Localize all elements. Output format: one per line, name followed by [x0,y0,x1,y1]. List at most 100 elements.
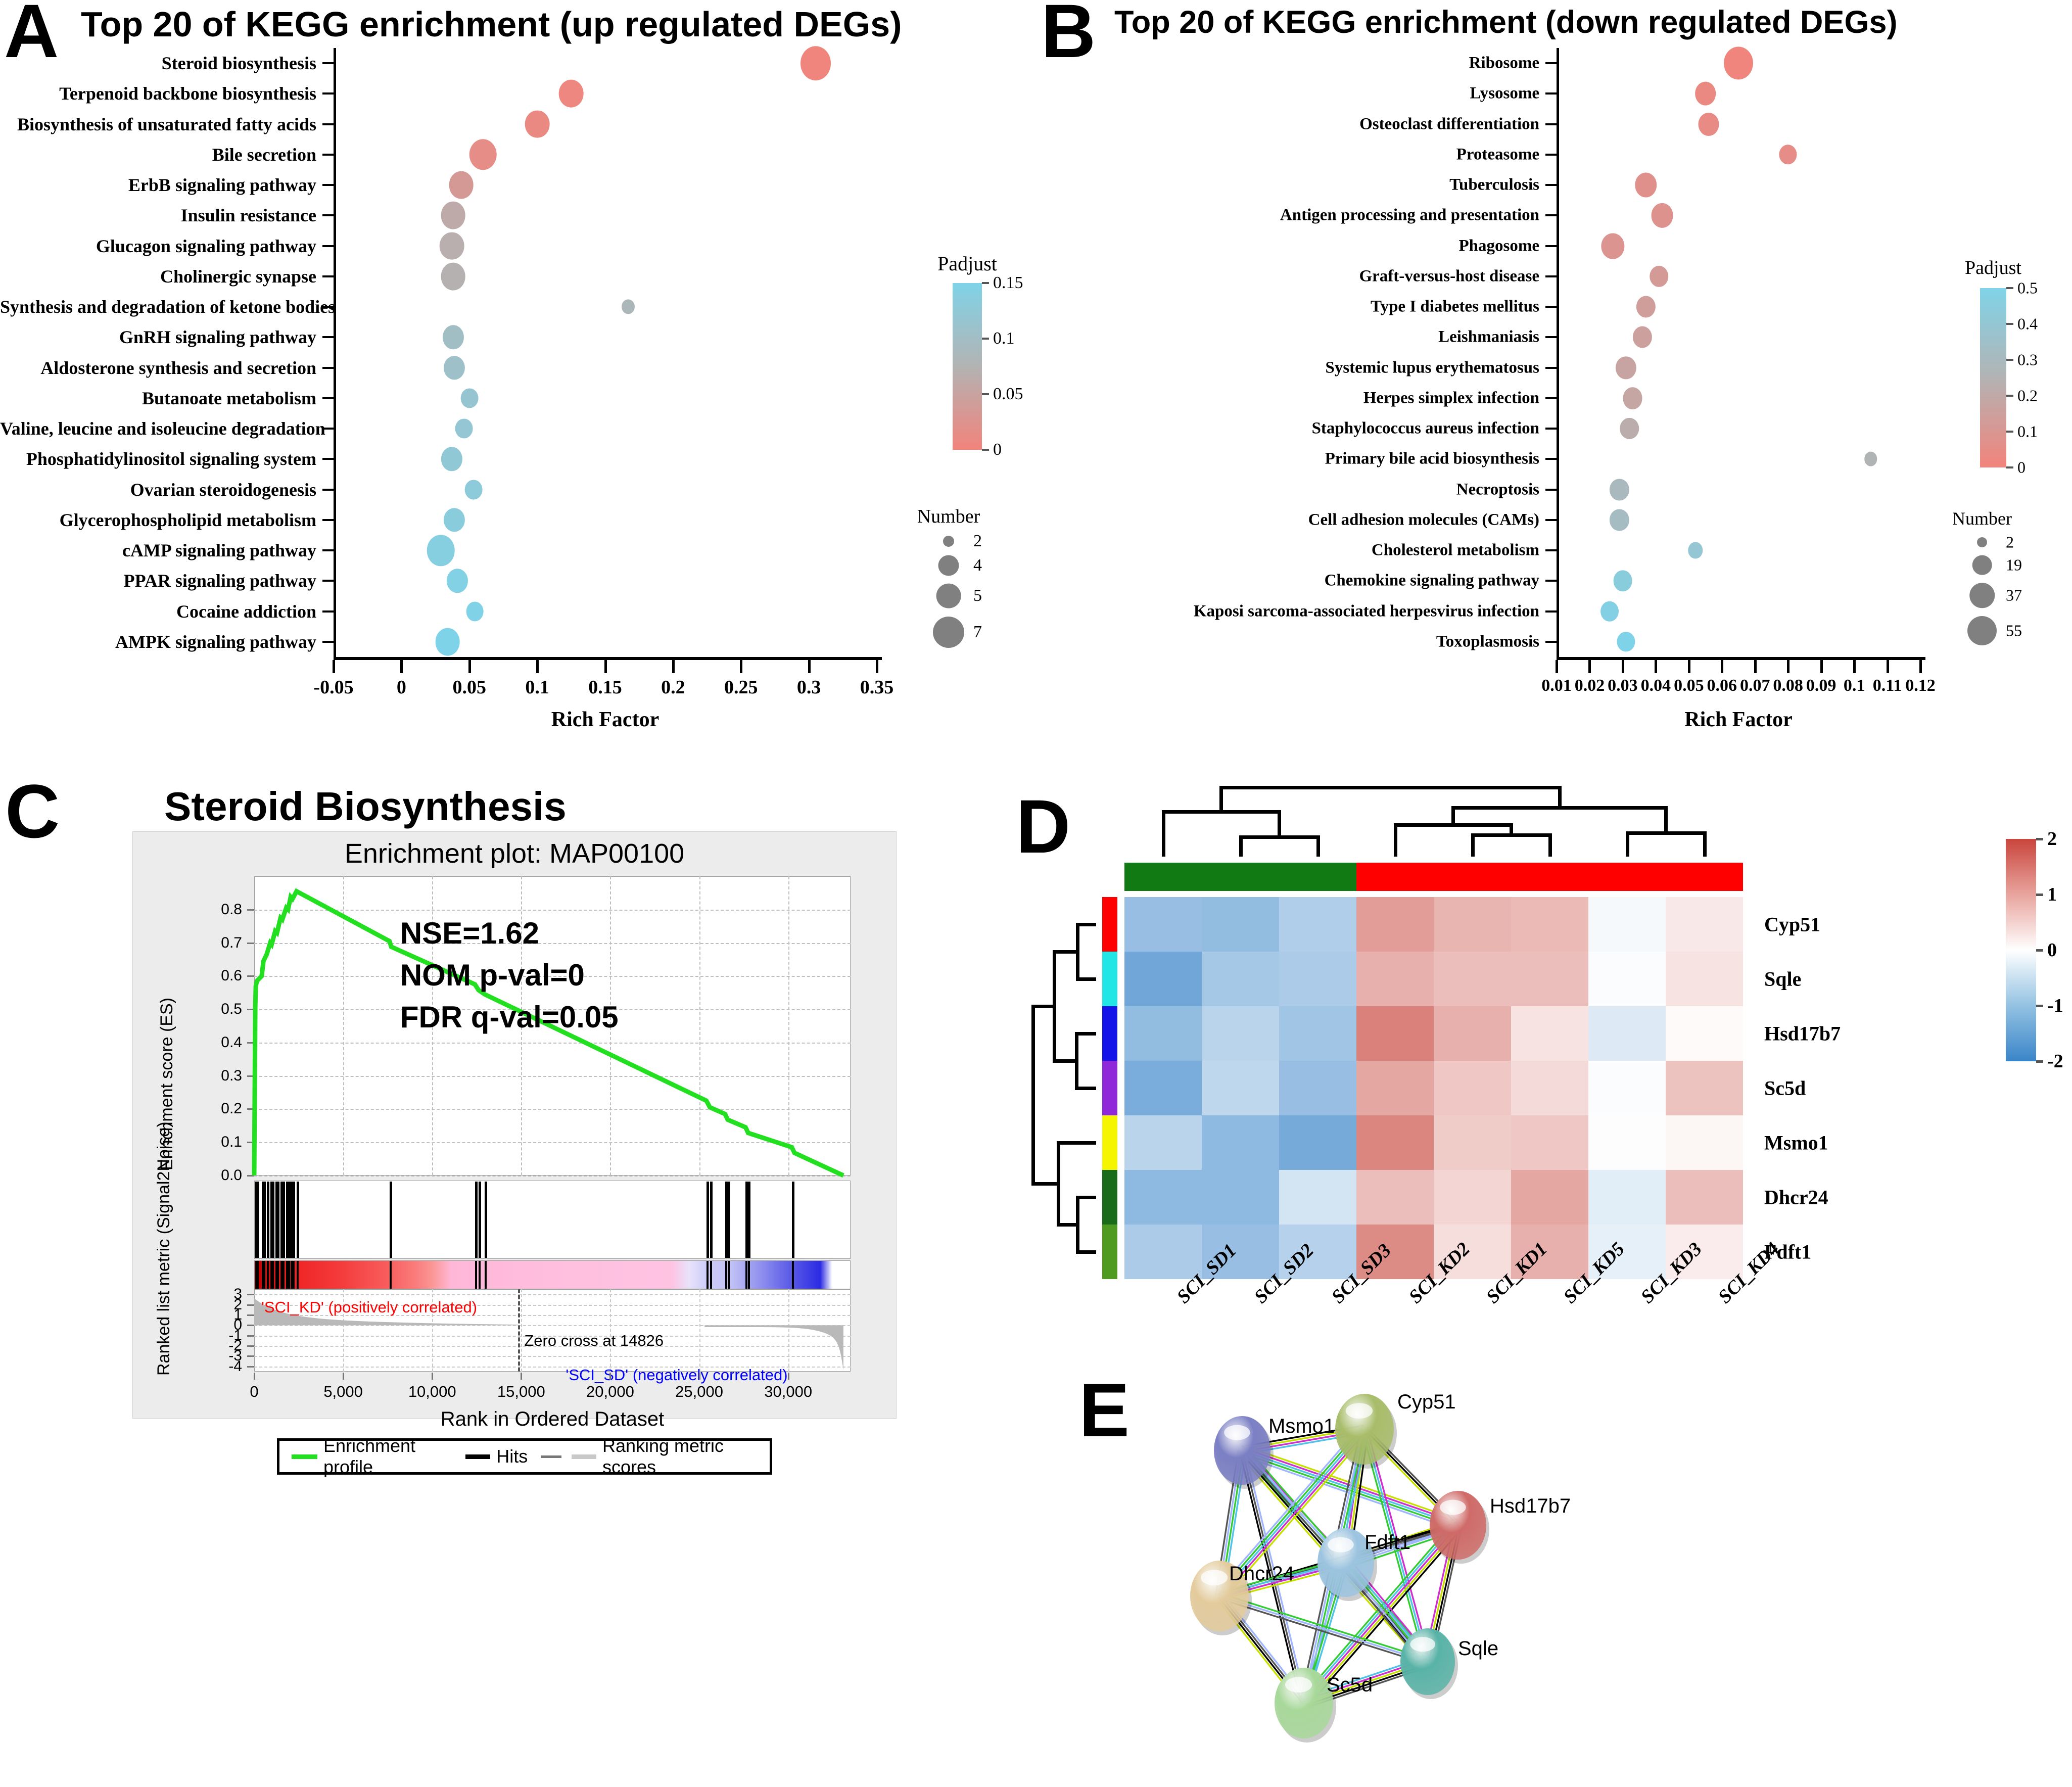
data-point[interactable] [1616,356,1636,380]
data-point[interactable] [1610,509,1629,531]
data-point[interactable] [1633,326,1653,348]
heatmap-cell[interactable] [1511,1170,1588,1225]
heatmap-cell[interactable] [1434,1006,1511,1061]
heatmap-cell[interactable] [1356,1061,1434,1115]
x-axis-line [1557,657,1925,660]
heatmap-cell[interactable] [1356,897,1434,952]
data-point[interactable] [460,388,479,408]
heatmap-cell[interactable] [1202,897,1279,952]
heatmap-cell[interactable] [1202,1115,1279,1170]
ranking-metric-legend-label: Ranking metric scores [602,1435,724,1477]
data-point[interactable] [455,418,473,439]
data-point[interactable] [441,447,462,472]
data-point[interactable] [1652,203,1673,228]
data-point[interactable] [464,480,483,500]
heatmap-cell[interactable] [1588,1170,1666,1225]
heatmap-cell[interactable] [1434,897,1511,952]
heatmap-cell[interactable] [1511,952,1588,1006]
heatmap-cell[interactable] [1356,1115,1434,1170]
data-point[interactable] [1613,570,1632,592]
data-point[interactable] [444,508,465,532]
y-axis-tick [1545,366,1557,369]
colorbar-tick [982,338,989,340]
data-point[interactable] [800,46,831,80]
heatmap-cell[interactable] [1279,1170,1356,1225]
data-point[interactable] [1623,387,1643,409]
heatmap-cell[interactable] [1511,1061,1588,1115]
heatmap-cell[interactable] [1434,1115,1511,1170]
heatmap-cell[interactable] [1279,1061,1356,1115]
heatmap-cell[interactable] [1202,952,1279,1006]
y-axis-tick [1545,549,1557,552]
heatmap-cell[interactable] [1124,1225,1202,1279]
heatmap-cell[interactable] [1434,952,1511,1006]
heatmap-cell[interactable] [1588,1006,1666,1061]
heatmap-cell[interactable] [1202,1170,1279,1225]
data-point[interactable] [435,628,460,656]
heatmap-cell[interactable] [1666,1006,1743,1061]
heatmap-cell[interactable] [1124,897,1202,952]
data-point[interactable] [1610,479,1629,501]
heatmap-cell[interactable] [1279,897,1356,952]
heatmap-cell[interactable] [1279,1115,1356,1170]
heatmap-cell[interactable] [1356,1006,1434,1061]
heatmap-cell[interactable] [1279,1006,1356,1061]
data-point[interactable] [1617,632,1635,652]
pathway-label: Ovarian steroidogenesis [130,479,316,500]
data-point[interactable] [449,171,474,199]
data-point[interactable] [1650,265,1669,287]
heatmap-cell[interactable] [1666,952,1743,1006]
data-point[interactable] [441,262,465,291]
heatmap-cell[interactable] [1588,952,1666,1006]
data-point[interactable] [466,601,484,622]
data-point[interactable] [444,355,465,380]
data-point[interactable] [1601,233,1624,259]
data-point[interactable] [1600,601,1619,622]
heatmap-cell[interactable] [1356,1170,1434,1225]
data-point[interactable] [1634,172,1657,198]
heatmap-cell[interactable] [1124,1061,1202,1115]
heatmap-cell[interactable] [1511,897,1588,952]
heatmap-cell[interactable] [1434,1170,1511,1225]
data-point[interactable] [1620,418,1639,440]
heatmap-cell[interactable] [1434,1061,1511,1115]
gsea-legend: Enrichment profile Hits Ranking metric sco… [277,1435,772,1477]
data-point[interactable] [1779,145,1797,165]
heatmap-cell[interactable] [1124,952,1202,1006]
data-point[interactable] [427,535,455,566]
heatmap-cell[interactable] [1588,897,1666,952]
data-point[interactable] [1724,46,1753,80]
heatmap-cell[interactable] [1666,1061,1743,1115]
data-point[interactable] [439,232,464,260]
data-point[interactable] [446,569,468,593]
heatmap-cell[interactable] [1279,952,1356,1006]
data-point[interactable] [1688,542,1703,559]
data-point[interactable] [622,299,635,314]
heatmap-cell[interactable] [1666,1170,1743,1225]
colorbar-tick [2006,431,2013,433]
heatmap-cell[interactable] [1202,1006,1279,1061]
data-point[interactable] [1698,112,1719,136]
data-point[interactable] [525,110,550,138]
data-point[interactable] [558,79,584,108]
heatmap-cell[interactable] [1356,952,1434,1006]
heatmap-cell[interactable] [1124,1115,1202,1170]
data-point[interactable] [442,325,464,350]
network-node-label: Sc5d [1327,1674,1373,1696]
y-axis-tick [1545,488,1557,491]
heatmap-cell[interactable] [1588,1061,1666,1115]
data-point[interactable] [1636,296,1656,318]
pathway-label: Glycerophospholipid metabolism [59,509,316,530]
data-point[interactable] [469,139,497,170]
heatmap-cell[interactable] [1666,897,1743,952]
data-point[interactable] [1864,452,1877,466]
heatmap-cell[interactable] [1666,1115,1743,1170]
heatmap-cell[interactable] [1202,1061,1279,1115]
heatmap-cell[interactable] [1124,1006,1202,1061]
heatmap-cell[interactable] [1588,1115,1666,1170]
heatmap-cell[interactable] [1511,1006,1588,1061]
data-point[interactable] [441,201,465,229]
data-point[interactable] [1694,81,1716,106]
heatmap-cell[interactable] [1124,1170,1202,1225]
heatmap-cell[interactable] [1511,1115,1588,1170]
